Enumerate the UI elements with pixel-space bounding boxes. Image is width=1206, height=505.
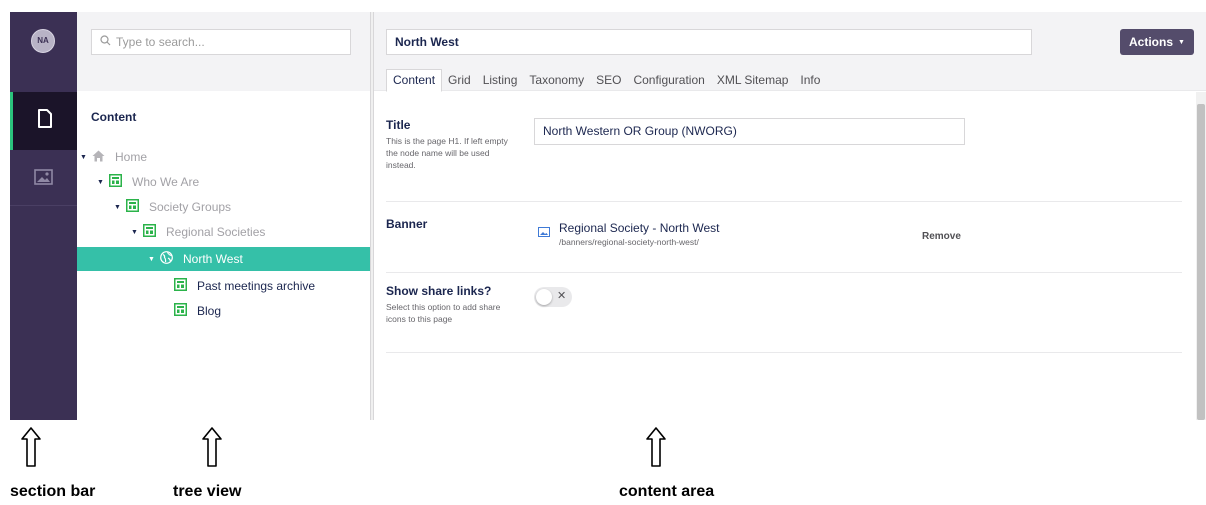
remove-banner-link[interactable]: Remove: [922, 231, 961, 242]
tab-content[interactable]: Content: [386, 69, 443, 92]
tree-node-society-groups[interactable]: ▼ Society Groups: [114, 195, 231, 219]
caret-down-icon[interactable]: ▼: [80, 154, 87, 161]
up-arrow-icon: [202, 427, 222, 467]
tab-taxonomy[interactable]: Taxonomy: [523, 70, 590, 92]
picture-icon: [538, 224, 550, 247]
tab-info[interactable]: Info: [794, 70, 826, 92]
document-grid-icon: [109, 174, 122, 190]
document-grid-icon: [126, 199, 139, 215]
property-share-links: Show share links? Select this option to …: [386, 284, 1182, 353]
tree-node-north-west[interactable]: ▼ North West: [148, 247, 243, 271]
actions-label: Actions: [1129, 35, 1174, 49]
caret-down-icon[interactable]: ▼: [131, 229, 138, 236]
node-name-field[interactable]: North West: [386, 29, 1032, 55]
tree-search-zone: [77, 12, 370, 91]
actions-button[interactable]: Actions ▼: [1120, 29, 1194, 55]
close-icon: ✕: [557, 290, 567, 302]
caption-section-bar: section bar: [10, 483, 96, 500]
tree-node-label: Home: [115, 150, 148, 164]
banner-path: /banners/regional-society-north-west/: [559, 237, 699, 247]
title-input[interactable]: North Western OR Group (NWORG): [534, 118, 965, 145]
section-bar: NA: [10, 12, 77, 420]
property-label: Banner: [386, 217, 521, 231]
up-arrow-icon: [21, 427, 41, 467]
caret-down-icon: ▼: [1178, 38, 1185, 46]
tree-node-past-meetings-archive[interactable]: Past meetings archive: [174, 274, 315, 298]
property-banner: Banner Regional Society - North West /ba…: [386, 217, 1182, 273]
tree-view: Content ▼ Home ▼ Who We Are ▼ Society Gr…: [77, 12, 370, 420]
tree-heading: Content: [91, 110, 137, 124]
tab-configuration[interactable]: Configuration: [627, 70, 710, 92]
up-arrow-icon: [646, 427, 666, 467]
caption-tree-view: tree view: [173, 483, 242, 500]
caret-down-icon[interactable]: ▼: [114, 204, 121, 211]
tree-node-label: Blog: [197, 304, 222, 318]
caret-down-icon[interactable]: ▼: [97, 179, 104, 186]
document-grid-icon: [143, 224, 156, 240]
tab-xml-sitemap[interactable]: XML Sitemap: [711, 70, 795, 92]
editor-header: North West Actions ▼ Content Grid Listin…: [374, 12, 1206, 92]
property-description: This is the page H1. If left empty the n…: [386, 136, 508, 170]
tree-search[interactable]: [91, 29, 351, 55]
share-links-toggle[interactable]: ✕: [534, 287, 572, 307]
property-share-label: Show share links?: [386, 284, 492, 298]
tree-node-who-we-are[interactable]: ▼ Who We Are: [97, 170, 199, 194]
section-divider: [10, 205, 77, 206]
scrollbar-thumb[interactable]: [1197, 104, 1205, 420]
content-area: North West Actions ▼ Content Grid Listin…: [374, 12, 1206, 420]
tree-node-blog[interactable]: Blog: [174, 299, 221, 323]
caret-down-icon[interactable]: ▼: [148, 256, 155, 263]
app-window: NA Content ▼: [10, 12, 1206, 420]
tab-bar: Content Grid Listing Taxonomy SEO Config…: [386, 69, 826, 92]
banner-media-item[interactable]: Regional Society - North West /banners/r…: [538, 221, 720, 247]
tree-node-regional-societies[interactable]: ▼ Regional Societies: [131, 220, 265, 244]
property-label: Title This is the page H1. If left empty…: [386, 118, 521, 171]
search-icon: [100, 33, 111, 51]
section-media[interactable]: [10, 150, 77, 208]
image-icon: [34, 168, 53, 190]
tree-node-label: Past meetings archive: [197, 279, 316, 293]
property-label: Show share links? Select this option to …: [386, 284, 521, 325]
banner-name: Regional Society - North West: [559, 221, 720, 235]
property-title-label: Title: [386, 118, 411, 132]
tree-node-label: Who We Are: [132, 175, 200, 189]
property-banner-label: Banner: [386, 217, 428, 231]
property-title: Title This is the page H1. If left empty…: [386, 118, 1182, 202]
toggle-knob: [536, 289, 552, 305]
tree-node-label: Society Groups: [149, 200, 232, 214]
document-grid-icon: [174, 303, 187, 319]
caption-content-area: content area: [619, 483, 715, 500]
tab-listing[interactable]: Listing: [477, 70, 524, 92]
tree-node-label: North West: [183, 252, 243, 266]
tree-node-home[interactable]: ▼ Home: [80, 145, 147, 169]
globe-icon: [160, 251, 173, 267]
user-avatar[interactable]: NA: [31, 29, 55, 53]
search-input[interactable]: [116, 35, 336, 49]
section-content[interactable]: [10, 92, 77, 150]
property-description: Select this option to add share icons to…: [386, 302, 501, 324]
document-grid-icon: [174, 278, 187, 294]
home-icon: [92, 150, 105, 165]
document-icon: [37, 109, 53, 133]
tree-node-label: Regional Societies: [166, 225, 266, 239]
tab-grid[interactable]: Grid: [442, 70, 477, 92]
tab-seo[interactable]: SEO: [590, 70, 627, 92]
scrollbar[interactable]: [1196, 92, 1206, 420]
